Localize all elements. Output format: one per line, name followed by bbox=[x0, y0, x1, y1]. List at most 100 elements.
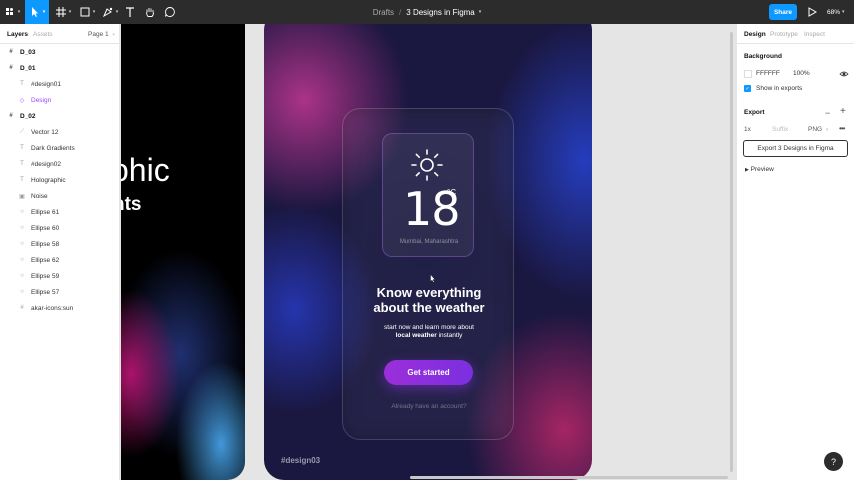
frame-hash-icon bbox=[55, 7, 66, 17]
frame-tool-button[interactable]: ▾ bbox=[53, 0, 73, 24]
canvas[interactable]: ohic nts 18 °C Mumbai, Maharashtra bbox=[121, 24, 730, 480]
help-button[interactable]: ? bbox=[824, 452, 843, 471]
layer-item[interactable]: ▣ Noise bbox=[0, 188, 120, 204]
breadcrumb-drafts[interactable]: Drafts bbox=[373, 8, 394, 17]
text-icon: T bbox=[20, 177, 24, 183]
text-icon: T bbox=[20, 161, 24, 167]
layer-label: Noise bbox=[31, 192, 48, 200]
tab-prototype[interactable]: Prototype bbox=[770, 31, 798, 38]
layer-item[interactable]: ○ Ellipse 61 bbox=[0, 204, 120, 220]
layer-item[interactable]: ◇ Design bbox=[0, 92, 120, 108]
background-section-title: Background bbox=[744, 53, 782, 60]
export-suffix-input[interactable]: Suffix bbox=[772, 126, 788, 133]
format-chevron-icon: ▾ bbox=[825, 127, 829, 133]
vector-icon: ⟋ bbox=[19, 128, 25, 135]
vertical-scrollbar[interactable] bbox=[730, 32, 733, 472]
subtext-line-2: local weather instantly bbox=[343, 332, 515, 340]
pen-icon bbox=[102, 7, 112, 18]
layer-item[interactable]: ○ Ellipse 62 bbox=[0, 252, 120, 268]
comment-tool-button[interactable] bbox=[162, 0, 178, 24]
ellipse-icon: ○ bbox=[20, 225, 24, 231]
hand-tool-button[interactable] bbox=[142, 0, 158, 24]
frame-icon: # bbox=[9, 49, 13, 55]
layer-label: akar-icons:sun bbox=[31, 304, 74, 312]
background-color-swatch[interactable] bbox=[744, 70, 752, 78]
checkmark-icon: ✓ bbox=[745, 85, 750, 92]
frame-d01[interactable]: ohic nts bbox=[121, 24, 245, 480]
export-scale-select[interactable]: 1x bbox=[744, 126, 751, 133]
show-in-exports-label: Show in exports bbox=[756, 85, 803, 92]
layer-item[interactable]: ○ Ellipse 58 bbox=[0, 236, 120, 252]
layer-item[interactable]: ○ Ellipse 59 bbox=[0, 268, 120, 284]
page-selector[interactable]: Page 1 ▾ bbox=[88, 31, 115, 38]
more-options-icon[interactable]: ••• bbox=[839, 124, 845, 133]
headline: Know everything about the weather bbox=[343, 285, 515, 315]
move-tool-button[interactable]: ▾ bbox=[25, 0, 49, 24]
layer-item[interactable]: # D_03 bbox=[0, 44, 120, 60]
layer-item[interactable]: ○ Ellipse 57 bbox=[0, 284, 120, 300]
hand-icon bbox=[146, 8, 154, 17]
show-in-exports-checkbox[interactable]: ✓ bbox=[744, 85, 751, 92]
layer-label: Ellipse 59 bbox=[31, 272, 60, 280]
layer-label: D_01 bbox=[20, 64, 36, 72]
export-button[interactable]: Export 3 Designs in Figma bbox=[743, 140, 848, 157]
layer-label: #design01 bbox=[31, 80, 61, 88]
layer-item[interactable]: ○ Ellipse 60 bbox=[0, 220, 120, 236]
eye-icon[interactable] bbox=[839, 69, 849, 79]
pen-tool-button[interactable]: ▾ bbox=[100, 0, 120, 24]
zoom-chevron-icon: ▾ bbox=[842, 9, 845, 15]
tab-assets[interactable]: Assets bbox=[33, 31, 53, 38]
headline-line-1: Know everything bbox=[376, 285, 482, 300]
tab-design[interactable]: Design bbox=[744, 31, 766, 38]
glass-card: 18 °C Mumbai, Maharashtra Know everythin… bbox=[342, 108, 514, 440]
export-format-select[interactable]: PNG ▾ bbox=[808, 126, 828, 133]
mouse-cursor-icon bbox=[430, 274, 436, 283]
background-hex-input[interactable]: FFFFFF bbox=[756, 70, 780, 77]
image-icon: ▣ bbox=[19, 193, 25, 200]
background-opacity-input[interactable]: 100% bbox=[793, 70, 810, 77]
share-button[interactable]: Share bbox=[769, 4, 797, 20]
preview-label: Preview bbox=[750, 166, 774, 173]
layer-item[interactable]: T #design02 bbox=[0, 156, 120, 172]
ellipse-icon: ○ bbox=[20, 273, 24, 279]
zoom-control[interactable]: 68% ▾ bbox=[827, 0, 845, 24]
text-icon: T bbox=[20, 145, 24, 151]
frame-d02[interactable]: 18 °C Mumbai, Maharashtra Know everythin… bbox=[264, 24, 592, 480]
account-link[interactable]: Already have an account? bbox=[343, 403, 515, 410]
main-menu-button[interactable]: ▾ bbox=[2, 0, 22, 24]
file-menu-chevron-icon[interactable]: ▾ bbox=[479, 9, 482, 15]
layer-item[interactable]: T Dark Gradients bbox=[0, 140, 120, 156]
layer-label: D_03 bbox=[20, 48, 36, 56]
zoom-value: 68% bbox=[827, 8, 841, 16]
shape-tool-button[interactable]: ▾ bbox=[77, 0, 97, 24]
get-started-button[interactable]: Get started bbox=[384, 360, 473, 385]
tab-layers[interactable]: Layers bbox=[7, 31, 28, 38]
tab-inspect[interactable]: Inspect bbox=[804, 31, 825, 38]
layer-label: Ellipse 57 bbox=[31, 288, 60, 296]
layer-label: Ellipse 61 bbox=[31, 208, 60, 216]
layer-item[interactable]: T Holographic bbox=[0, 172, 120, 188]
layers-panel-tabs: Layers Assets Page 1 ▾ bbox=[0, 24, 120, 44]
file-name[interactable]: 3 Designs in Figma bbox=[406, 8, 474, 17]
layer-label: Vector 12 bbox=[31, 128, 59, 136]
present-button[interactable] bbox=[806, 0, 818, 24]
layer-item[interactable]: T #design01 bbox=[0, 76, 120, 92]
layer-item[interactable]: ⟋ Vector 12 bbox=[0, 124, 120, 140]
weather-widget: 18 °C Mumbai, Maharashtra bbox=[382, 133, 474, 257]
layer-item[interactable]: # akar-icons:sun bbox=[0, 300, 120, 316]
layer-item[interactable]: # D_02 bbox=[0, 108, 120, 124]
horizontal-scrollbar[interactable] bbox=[410, 476, 728, 479]
frame-icon: # bbox=[9, 113, 13, 119]
subtext-line-1: start now and learn more about bbox=[384, 324, 474, 331]
add-export-icon[interactable]: + bbox=[840, 106, 846, 117]
preview-toggle[interactable]: ▶ Preview bbox=[745, 166, 774, 173]
export-format-value: PNG bbox=[808, 126, 823, 133]
subtext-bold: local weather bbox=[395, 332, 437, 339]
text-tool-button[interactable] bbox=[122, 0, 138, 24]
design-panel: Design Prototype Inspect Background FFFF… bbox=[736, 24, 854, 480]
layer-item[interactable]: # D_01 bbox=[0, 60, 120, 76]
ellipse-icon: ○ bbox=[20, 241, 24, 247]
export-section-title: Export bbox=[744, 109, 765, 116]
remove-export-icon[interactable]: − bbox=[825, 108, 830, 118]
move-cursor-icon bbox=[31, 7, 38, 17]
